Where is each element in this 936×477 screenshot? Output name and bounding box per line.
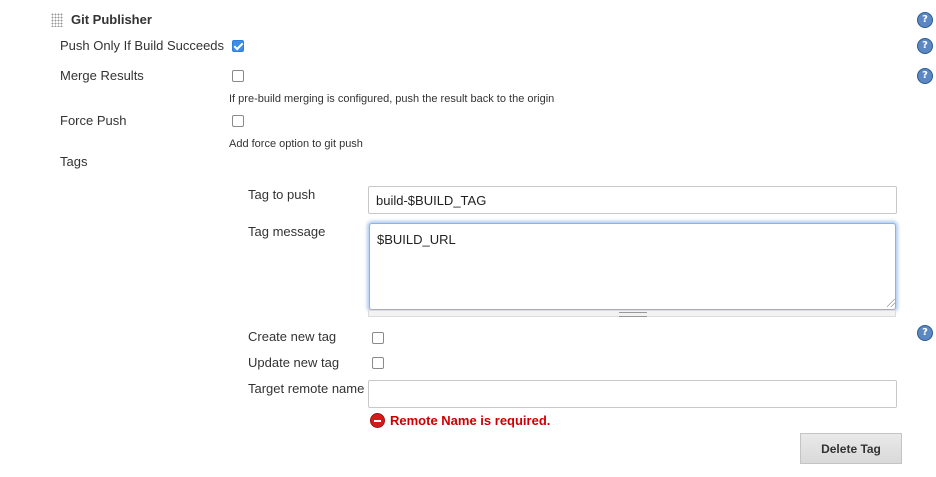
drag-handle-icon[interactable]: [51, 13, 63, 27]
force-push-checkbox[interactable]: [232, 115, 244, 127]
merge-results-label: Merge Results: [60, 68, 144, 83]
force-push-label: Force Push: [60, 113, 127, 128]
grip-lines-icon: [619, 312, 647, 317]
tag-to-push-input[interactable]: [368, 186, 897, 214]
help-icon[interactable]: ?: [917, 68, 933, 84]
force-push-hint: Add force option to git push: [229, 138, 363, 150]
help-icon[interactable]: ?: [917, 38, 933, 54]
tag-to-push-label: Tag to push: [248, 187, 316, 202]
remote-name-error: Remote Name is required.: [390, 413, 551, 428]
target-remote-name-label: Target remote name: [248, 381, 365, 396]
textarea-expand-bar[interactable]: [368, 310, 896, 317]
tags-label: Tags: [60, 154, 88, 169]
merge-results-hint: If pre-build merging is configured, push…: [229, 93, 555, 105]
tag-message-textarea[interactable]: $BUILD_URL: [369, 223, 896, 310]
textarea-resize-icon[interactable]: [887, 299, 895, 307]
push-only-checkbox[interactable]: [232, 40, 244, 52]
create-new-tag-label: Create new tag: [248, 329, 337, 344]
push-only-label: Push Only If Build Succeeds: [60, 38, 225, 53]
merge-results-checkbox[interactable]: [232, 70, 244, 82]
help-icon[interactable]: ?: [917, 325, 933, 341]
update-new-tag-label: Update new tag: [248, 355, 340, 370]
error-icon: [370, 413, 385, 428]
tag-message-label: Tag message: [248, 224, 326, 239]
help-icon[interactable]: ?: [917, 12, 933, 28]
target-remote-name-input[interactable]: [368, 380, 897, 408]
section-title: Git Publisher: [71, 12, 152, 27]
update-new-tag-checkbox[interactable]: [372, 357, 384, 369]
delete-tag-button[interactable]: Delete Tag: [800, 433, 902, 464]
create-new-tag-checkbox[interactable]: [372, 332, 384, 344]
